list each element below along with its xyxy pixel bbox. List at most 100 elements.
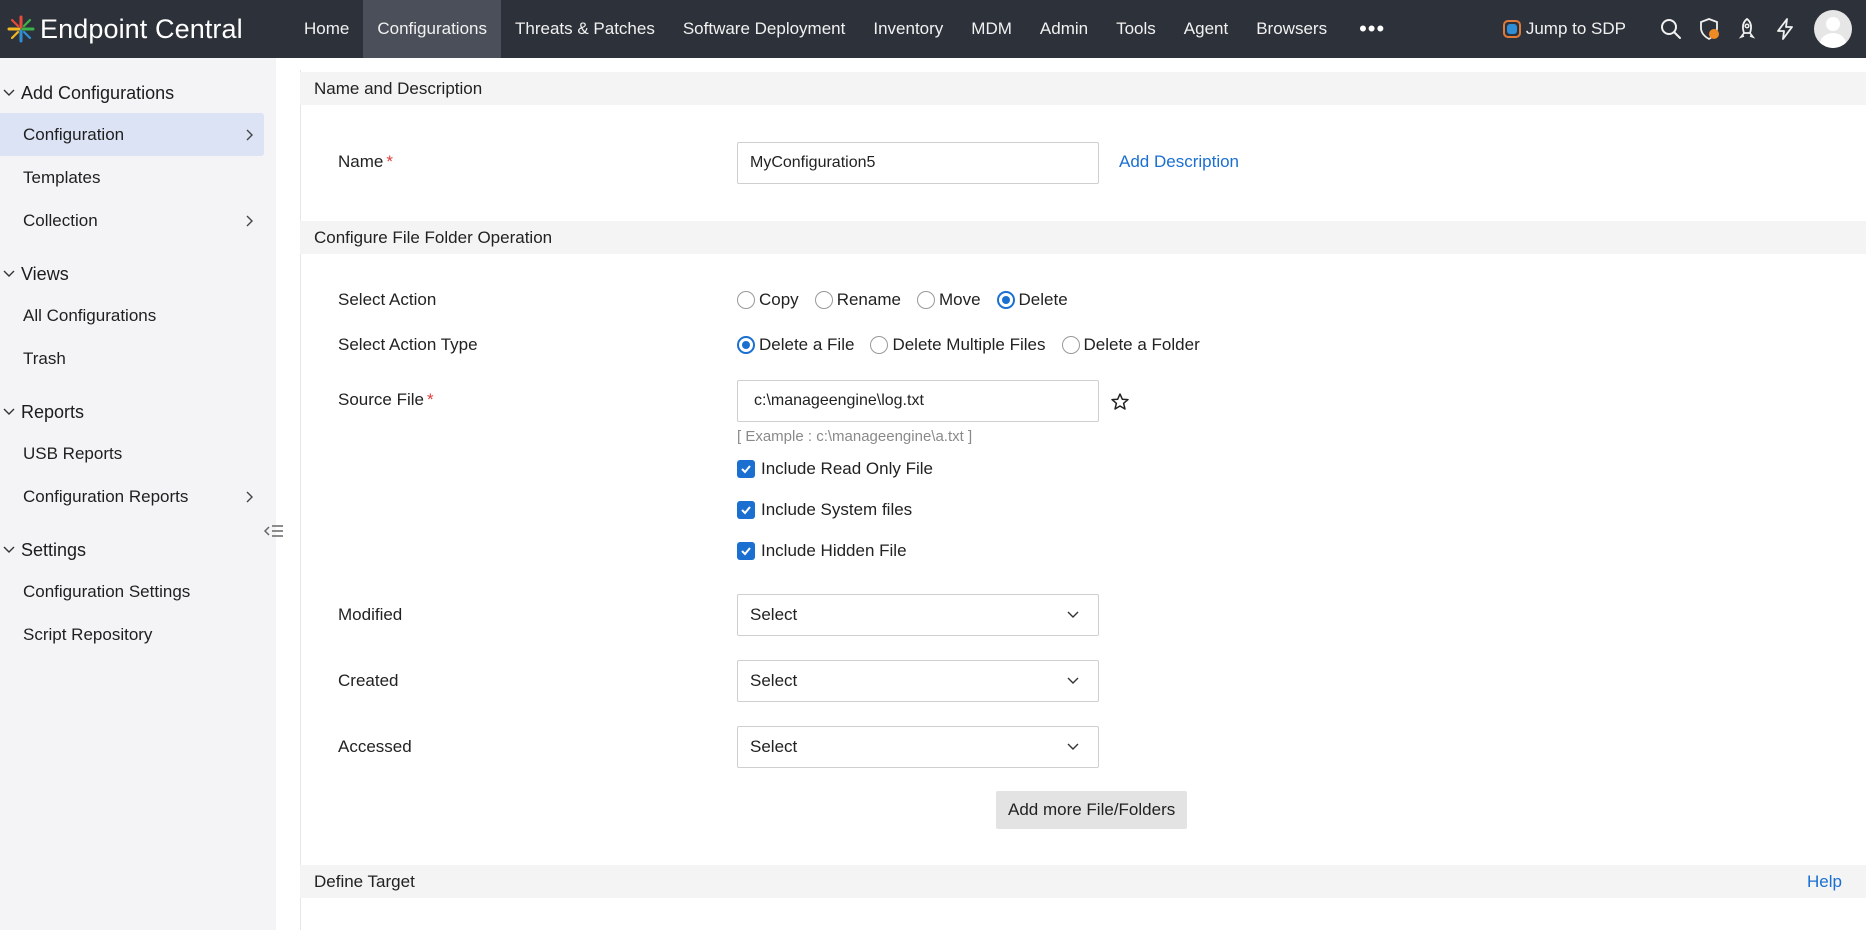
- radio-copy-control[interactable]: [737, 291, 755, 309]
- sidebar-item-label: Configuration Reports: [23, 486, 189, 506]
- collapse-sidebar-icon[interactable]: [262, 516, 286, 546]
- name-input[interactable]: MyConfiguration5: [737, 142, 1099, 184]
- checkbox-checked-icon[interactable]: [737, 501, 755, 519]
- sidebar-item-templates[interactable]: Templates: [0, 156, 264, 199]
- add-more-files-button[interactable]: Add more File/Folders: [996, 791, 1188, 829]
- radio-rename[interactable]: Rename: [814, 290, 901, 310]
- radio-delete-a-file[interactable]: Delete a File: [737, 335, 854, 355]
- sidebar-item-configuration-reports[interactable]: Configuration Reports: [0, 475, 264, 518]
- user-avatar[interactable]: [1814, 10, 1852, 48]
- sidebar-item-script-repository[interactable]: Script Repository: [0, 613, 264, 656]
- radio-delete[interactable]: Delete: [996, 290, 1068, 310]
- nav-inventory[interactable]: Inventory: [859, 0, 957, 58]
- sidebar-section-views[interactable]: Views: [0, 254, 276, 294]
- accessed-label: Accessed: [338, 737, 412, 756]
- chevron-down-icon: [3, 546, 15, 553]
- created-label: Created: [338, 671, 399, 690]
- sidebar-item-trash[interactable]: Trash: [0, 337, 264, 380]
- radio-label: Delete a Folder: [1083, 335, 1200, 354]
- chevron-right-icon: [246, 129, 253, 140]
- radio-delete-control[interactable]: [996, 291, 1015, 309]
- nav-admin[interactable]: Admin: [1026, 0, 1102, 58]
- sidebar-section-reports[interactable]: Reports: [0, 392, 276, 432]
- modified-select[interactable]: Select: [737, 594, 1099, 636]
- chevron-right-icon: [246, 491, 253, 502]
- section-title: Name and Description: [314, 78, 483, 98]
- select-value: Select: [750, 671, 798, 690]
- radio-label: Delete Multiple Files: [892, 335, 1046, 354]
- required-marker: *: [386, 152, 393, 171]
- radio-delete-a-file-control[interactable]: [737, 336, 755, 354]
- checkbox-system-files[interactable]: Include System files: [737, 500, 912, 520]
- main-nav: Home Configurations Threats & Patches So…: [290, 0, 1403, 58]
- select-value: Select: [750, 737, 798, 756]
- source-file-label: Source File *: [338, 390, 434, 410]
- radio-delete-a-folder[interactable]: Delete a Folder: [1061, 335, 1200, 355]
- modified-select-wrap: Select: [737, 594, 1099, 636]
- search-icon[interactable]: [1652, 0, 1690, 58]
- nav-threats-patches[interactable]: Threats & Patches: [501, 0, 669, 58]
- checkbox-checked-icon[interactable]: [737, 542, 755, 560]
- sidebar-section-add-configurations[interactable]: Add Configurations: [0, 73, 276, 113]
- brand-name: Endpoint Central: [40, 13, 243, 44]
- nav-mdm[interactable]: MDM: [957, 0, 1026, 58]
- name-label-text: Name: [338, 152, 384, 171]
- sidebar-section-title: Views: [21, 263, 69, 284]
- star-icon[interactable]: [1110, 392, 1130, 412]
- nav-tools[interactable]: Tools: [1102, 0, 1170, 58]
- radio-label: Delete a File: [759, 335, 855, 354]
- section-configure-file-folder: Configure File Folder Operation: [300, 221, 1866, 254]
- checkbox-checked-icon[interactable]: [737, 460, 755, 478]
- nav-configurations[interactable]: Configurations: [363, 0, 501, 58]
- action-type-radio-group: Delete a File Delete Multiple Files Dele…: [737, 335, 1216, 355]
- checkbox-hidden-file[interactable]: Include Hidden File: [737, 541, 907, 561]
- radio-move[interactable]: Move: [916, 290, 981, 310]
- select-value: Select: [750, 605, 798, 624]
- sidebar-item-collection[interactable]: Collection: [0, 199, 264, 242]
- source-file-input[interactable]: c:\manageengine\log.txt: [737, 380, 1099, 422]
- jump-to-sdp-label: Jump to SDP: [1525, 19, 1626, 38]
- chevron-down-icon: [1067, 611, 1079, 618]
- add-description-link[interactable]: Add Description: [1119, 152, 1239, 172]
- radio-delete-multiple-files[interactable]: Delete Multiple Files: [870, 335, 1046, 355]
- endpoint-central-logo-icon: [7, 15, 35, 43]
- help-link[interactable]: Help: [1807, 872, 1842, 892]
- checkbox-read-only[interactable]: Include Read Only File: [737, 459, 933, 479]
- sidebar-item-usb-reports[interactable]: USB Reports: [0, 432, 264, 475]
- nav-more-icon[interactable]: •••: [1341, 0, 1403, 58]
- nav-home[interactable]: Home: [290, 0, 363, 58]
- nav-agent[interactable]: Agent: [1170, 0, 1242, 58]
- sidebar-item-all-configurations[interactable]: All Configurations: [0, 294, 264, 337]
- source-file-wrap: c:\manageengine\log.txt: [737, 380, 1099, 422]
- section-title: Configure File Folder Operation: [314, 227, 553, 247]
- checkbox-label: Include Read Only File: [761, 459, 933, 478]
- radio-delete-multiple-files-control[interactable]: [870, 336, 889, 354]
- brand[interactable]: Endpoint Central: [0, 0, 290, 58]
- accessed-select-wrap: Select: [737, 726, 1099, 768]
- chevron-down-icon: [1067, 743, 1079, 750]
- lightning-icon[interactable]: [1766, 0, 1804, 58]
- sidebar-item-label: Configuration Settings: [23, 581, 191, 601]
- chevron-down-icon: [3, 270, 15, 277]
- radio-label: Move: [938, 290, 981, 309]
- radio-move-control[interactable]: [916, 291, 935, 309]
- radio-copy[interactable]: Copy: [737, 290, 799, 310]
- rocket-icon[interactable]: [1728, 0, 1766, 58]
- radio-rename-control[interactable]: [814, 291, 833, 309]
- sidebar-section-settings[interactable]: Settings: [0, 530, 276, 570]
- sidebar-item-configuration[interactable]: Configuration: [0, 113, 264, 156]
- nav-software-deployment[interactable]: Software Deployment: [669, 0, 860, 58]
- jump-to-sdp-link[interactable]: Jump to SDP: [1502, 19, 1626, 39]
- name-label: Name *: [338, 152, 393, 172]
- name-field-wrap: MyConfiguration5: [737, 142, 1099, 184]
- sidebar-item-configuration-settings[interactable]: Configuration Settings: [0, 570, 264, 613]
- sidebar-item-label: Configuration: [23, 124, 125, 144]
- accessed-select[interactable]: Select: [737, 726, 1099, 768]
- sidebar: Add Configurations Configuration Templat…: [0, 58, 276, 930]
- created-select[interactable]: Select: [737, 660, 1099, 702]
- shield-alert-icon[interactable]: [1690, 0, 1728, 58]
- radio-delete-a-folder-control[interactable]: [1061, 336, 1080, 354]
- sidebar-item-label: Templates: [23, 167, 101, 187]
- nav-browsers[interactable]: Browsers: [1242, 0, 1341, 58]
- select-action-type-label: Select Action Type: [338, 335, 478, 354]
